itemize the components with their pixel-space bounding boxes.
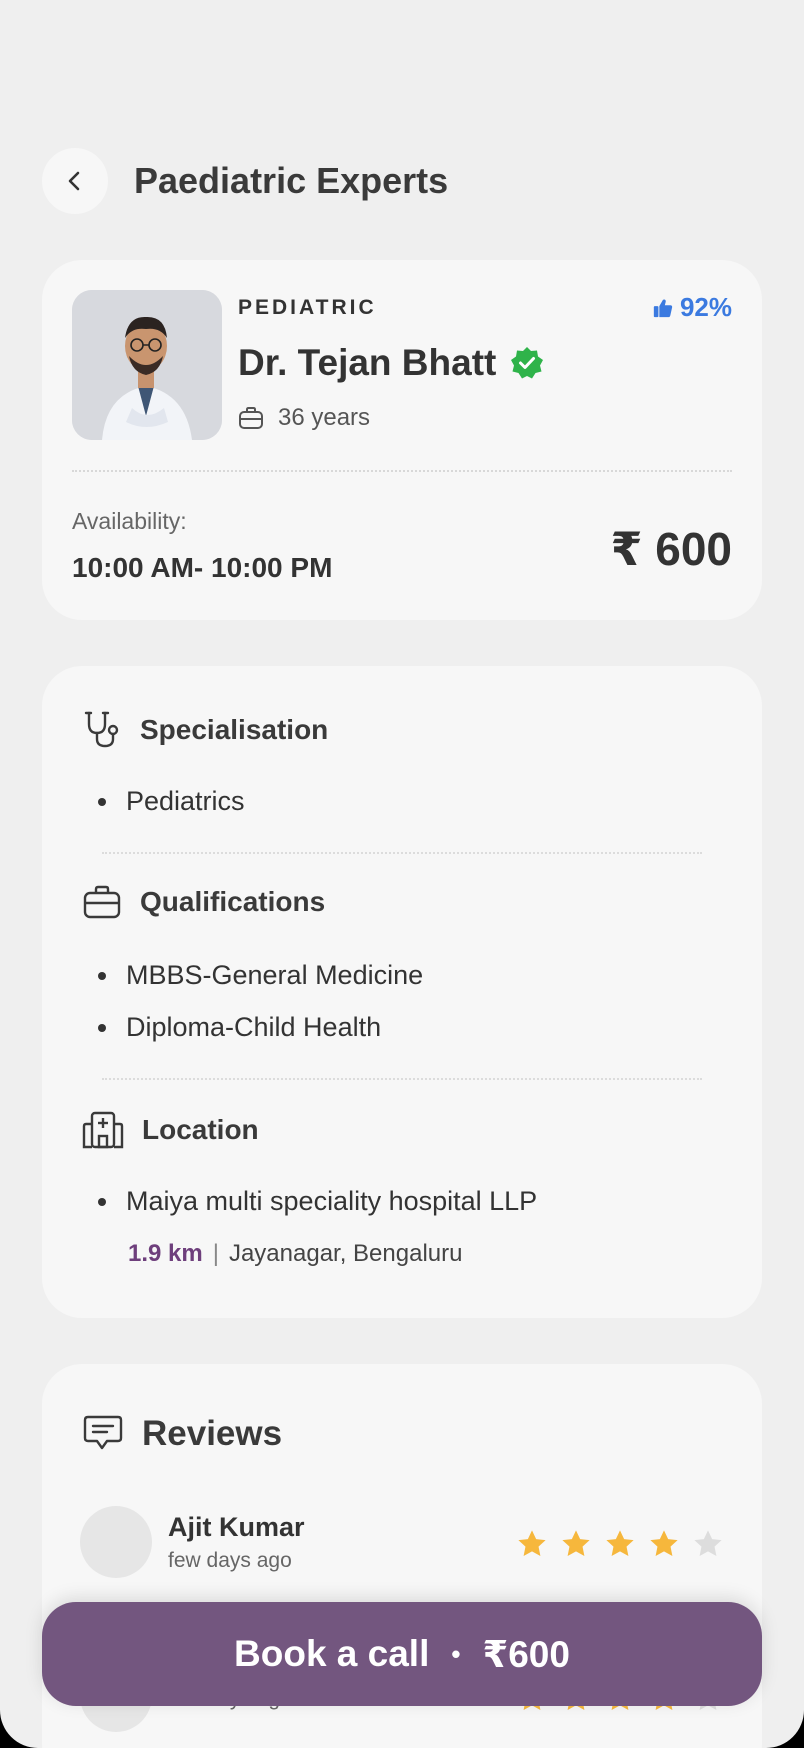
rating-value: 92% — [679, 292, 732, 322]
doctor-name: Dr. Tejan Bhatt — [238, 342, 497, 383]
experience-row: 36 years — [238, 404, 370, 432]
doctor-card[interactable]: PEDIATRIC 92% Dr. Tejan Bhatt 36 years A… — [42, 260, 762, 620]
specialisation-title: Specialisation — [140, 714, 329, 745]
availability-time: 10:00 AM- 10:00 PM — [72, 552, 333, 583]
list-item: Maiya multi speciality hospital LLP — [98, 1186, 537, 1217]
screen: Paediatric Experts PEDIATRIC 92% Dr. Tej… — [0, 0, 804, 1748]
rating-badge: 92% — [652, 292, 732, 323]
star-icon — [562, 1530, 590, 1556]
hospital-name: Maiya multi speciality hospital LLP — [126, 1186, 538, 1216]
location-header: Location — [82, 1110, 259, 1150]
list-item: Pediatrics — [98, 786, 245, 817]
separator: • — [451, 1638, 461, 1669]
star-icon — [518, 1530, 546, 1556]
thumbs-up-icon — [653, 299, 673, 317]
details-card: Specialisation Pediatrics Qualifications… — [42, 666, 762, 1318]
specialty-tag: PEDIATRIC — [238, 296, 377, 319]
reviews-title: Reviews — [142, 1414, 283, 1453]
chat-icon — [83, 1415, 123, 1450]
location-area: Jayanagar, Bengaluru — [228, 1240, 463, 1267]
consultation-price: ₹ 600 — [610, 523, 732, 575]
stethoscope-icon — [84, 711, 119, 748]
review-time: few days ago — [168, 1548, 292, 1572]
section-divider — [102, 852, 702, 854]
availability-label: Availability: — [72, 508, 187, 534]
card-divider — [72, 470, 732, 472]
doctor-photo — [72, 290, 222, 440]
distance: 1.9 km — [128, 1240, 203, 1267]
location-title: Location — [142, 1114, 259, 1145]
qualification-item: Diploma-Child Health — [126, 1012, 382, 1042]
briefcase-icon — [239, 407, 263, 429]
location-meta: 1.9 km | Jayanagar, Bengaluru — [128, 1240, 462, 1268]
experience-value: 36 years — [278, 404, 371, 431]
review-item: Ajit Kumar few days ago — [80, 1506, 305, 1578]
section-divider — [102, 1078, 702, 1080]
list-item: Diploma-Child Health — [98, 1012, 381, 1043]
book-call-label: Book a call — [234, 1633, 430, 1674]
hospital-icon — [82, 1111, 124, 1149]
specialisation-header: Specialisation — [82, 710, 328, 750]
book-call-button[interactable]: Book a call • ₹600 — [42, 1602, 762, 1706]
chevron-left-icon — [68, 171, 80, 191]
qualification-item: MBBS-General Medicine — [126, 960, 424, 990]
reviewer-name: Ajit Kumar — [168, 1511, 305, 1542]
qualifications-header: Qualifications — [82, 884, 325, 920]
doctor-name-row: Dr. Tejan Bhatt — [238, 342, 544, 384]
star-icon — [606, 1530, 634, 1556]
list-item: MBBS-General Medicine — [98, 960, 423, 991]
star-icon — [650, 1530, 678, 1556]
briefcase-icon — [83, 885, 121, 919]
book-call-price: ₹600 — [482, 1633, 570, 1675]
back-button[interactable] — [42, 148, 108, 214]
verified-badge-icon — [511, 347, 544, 379]
reviews-header: Reviews — [82, 1414, 282, 1454]
qualifications-title: Qualifications — [140, 886, 326, 917]
page-title: Paediatric Experts — [134, 160, 449, 201]
specialisation-item: Pediatrics — [126, 786, 245, 816]
separator: | — [212, 1240, 219, 1267]
header: Paediatric Experts — [42, 148, 448, 214]
star-icon — [694, 1530, 722, 1556]
star-rating — [516, 1528, 724, 1560]
avatar — [80, 1506, 152, 1578]
